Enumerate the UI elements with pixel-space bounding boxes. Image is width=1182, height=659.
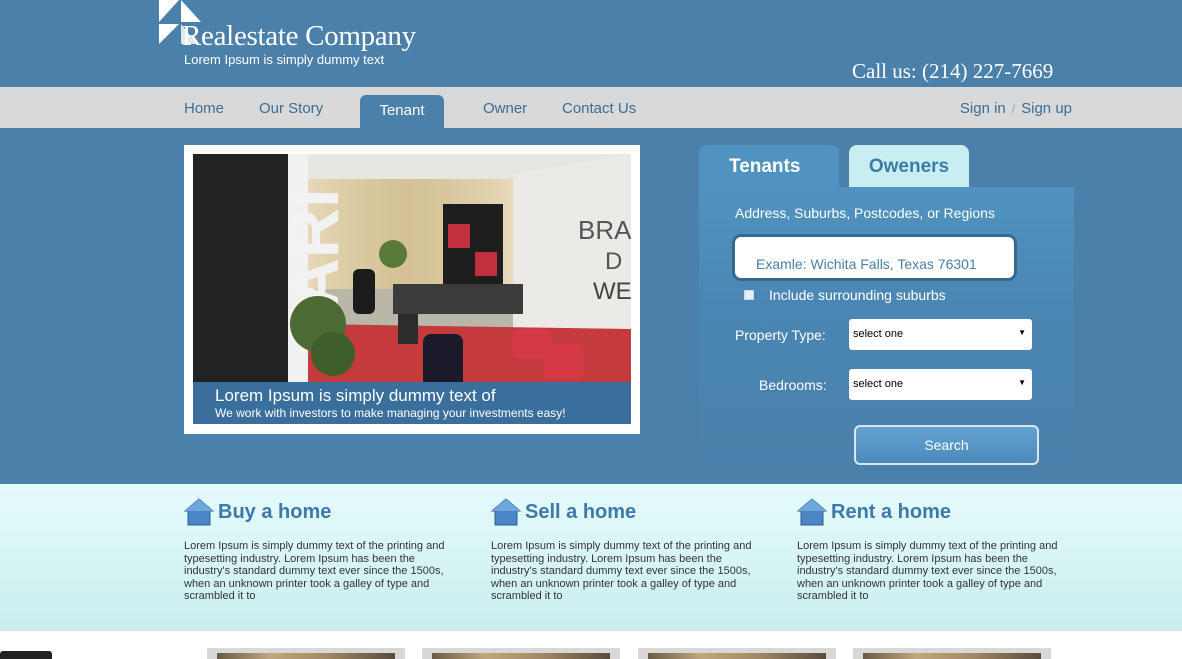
svg-text:WE: WE [593, 278, 631, 305]
house-icon [184, 498, 214, 526]
property-thumbnail[interactable] [422, 648, 620, 659]
brand-tagline: Lorem Ipsum is simply dummy text [184, 52, 385, 67]
corner-badge [0, 651, 52, 659]
feature-text: Lorem Ipsum is simply dummy text of the … [491, 540, 752, 602]
svg-text:BRAN: BRAN [578, 215, 631, 245]
feature-rent: Rent a home Lorem Ipsum is simply dummy … [797, 498, 1067, 603]
caption-subtitle: We work with investors to make managing … [215, 406, 566, 420]
nav-contact-us[interactable]: Contact Us [562, 100, 636, 117]
property-thumbnail[interactable] [638, 648, 836, 659]
feature-title: Rent a home [831, 501, 952, 523]
chevron-down-icon: ▼ [1018, 328, 1026, 337]
feature-title: Buy a home [218, 501, 332, 523]
svg-text:ARI: ARI [275, 188, 353, 309]
feature-header[interactable]: Sell a home [491, 498, 761, 528]
address-search-input[interactable] [732, 234, 1017, 281]
feature-sell: Sell a home Lorem Ipsum is simply dummy … [491, 498, 761, 603]
svg-text:D: D [605, 248, 622, 275]
hero-photo-frame: BRAN D WE ARI [184, 145, 640, 434]
feature-title: Sell a home [525, 501, 637, 523]
feature-header[interactable]: Buy a home [184, 498, 454, 528]
site-header: Realestate Company Lorem Ipsum is simply… [0, 0, 1182, 87]
features-band: Buy a home Lorem Ipsum is simply dummy t… [0, 484, 1182, 631]
feature-buy: Buy a home Lorem Ipsum is simply dummy t… [184, 498, 454, 603]
nav-our-story[interactable]: Our Story [259, 100, 323, 117]
bedrooms-label: Bedrooms: [759, 377, 827, 393]
main-nav: Home Our Story Tenant Owner Contact Us S… [0, 87, 1182, 128]
hero-section: BRAN D WE ARI [0, 128, 1182, 484]
nav-owner[interactable]: Owner [483, 100, 527, 117]
auth-links: Sign in / Sign up [960, 100, 1072, 117]
property-thumbnail[interactable] [207, 648, 405, 659]
property-type-label: Property Type: [735, 327, 826, 343]
nav-home[interactable]: Home [184, 100, 224, 117]
include-suburbs-label: Include surrounding suburbs [769, 287, 946, 303]
bedrooms-select[interactable]: select one ▼ [849, 369, 1032, 400]
include-suburbs-checkbox[interactable] [744, 290, 754, 300]
photo-caption: Lorem Ipsum is simply dummy text of We w… [193, 382, 631, 424]
logo[interactable]: Realestate Company Lorem Ipsum is simply… [157, 0, 457, 70]
property-type-select[interactable]: select one ▼ [849, 319, 1032, 350]
nav-tenant[interactable]: Tenant [360, 95, 444, 128]
house-icon [797, 498, 827, 526]
sign-in-link[interactable]: Sign in [960, 100, 1006, 117]
auth-separator: / [1011, 102, 1016, 116]
brand-title: Realestate Company [182, 20, 416, 52]
feature-text: Lorem Ipsum is simply dummy text of the … [797, 540, 1058, 602]
search-button[interactable]: Search [854, 425, 1039, 465]
property-type-value: select one [853, 328, 904, 340]
chevron-down-icon: ▼ [1018, 378, 1026, 387]
property-thumbnail[interactable] [853, 648, 1051, 659]
bedrooms-value: select one [853, 378, 904, 390]
tab-oweners[interactable]: Oweners [849, 145, 969, 187]
sign-up-link[interactable]: Sign up [1021, 100, 1072, 117]
office-photo: BRAN D WE ARI [193, 154, 631, 424]
feature-text: Lorem Ipsum is simply dummy text of the … [184, 540, 445, 602]
caption-title: Lorem Ipsum is simply dummy text of [215, 386, 496, 405]
search-panel: Address, Suburbs, Postcodes, or Regions … [699, 187, 1074, 484]
feature-header[interactable]: Rent a home [797, 498, 1067, 528]
tab-tenants[interactable]: Tenants [699, 145, 839, 188]
house-icon [491, 498, 521, 526]
phone-number: Call us: (214) 227-7669 [852, 59, 1054, 83]
address-label: Address, Suburbs, Postcodes, or Regions [735, 205, 995, 221]
